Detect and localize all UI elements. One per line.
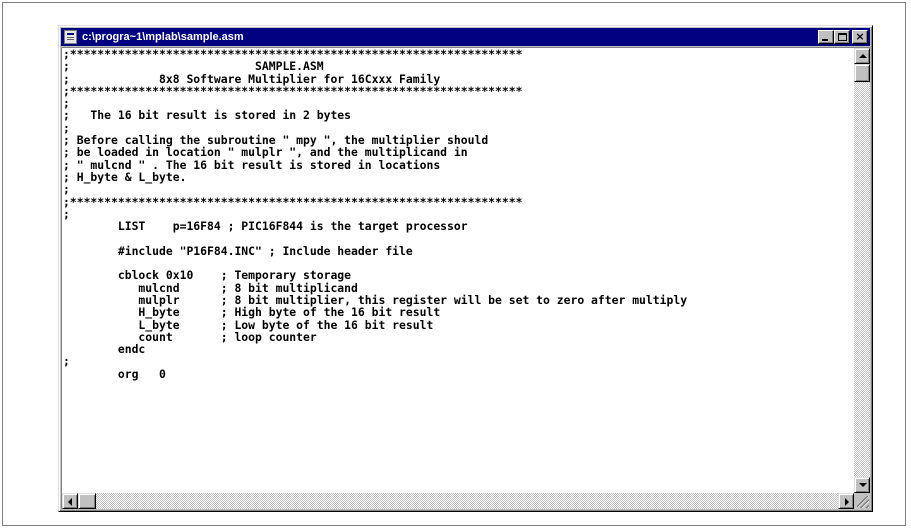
editor-client: ;***************************************… (61, 47, 870, 509)
close-button[interactable]: × (852, 30, 868, 44)
resize-grip-icon[interactable] (854, 493, 870, 509)
code-line: count ; loop counter (63, 329, 317, 344)
close-icon: × (855, 30, 865, 43)
code-text-area[interactable]: ;***************************************… (62, 48, 854, 493)
code-line: ; SAMPLE.ASM (63, 59, 324, 74)
maximize-icon (838, 33, 847, 41)
arrow-left-icon (68, 498, 72, 506)
code-line: H_byte ; High byte of the 16 bit result (63, 305, 441, 320)
maximize-button[interactable] (834, 30, 850, 44)
code-line: LIST p=16F84 ; PIC16F844 is the target p… (63, 219, 468, 234)
scroll-down-button[interactable] (854, 477, 870, 493)
title-bar[interactable]: c:\progra~1\mplab\sample.asm × (61, 28, 870, 46)
scroll-up-button[interactable] (854, 48, 870, 64)
vertical-scrollbar[interactable] (854, 48, 870, 493)
minimize-button[interactable] (818, 30, 834, 44)
window-title: c:\progra~1\mplab\sample.asm (82, 31, 244, 43)
arrow-up-icon (859, 54, 867, 58)
minimize-icon (822, 39, 828, 41)
code-line: L_byte ; Low byte of the 16 bit result (63, 317, 434, 332)
code-line: ; (63, 354, 70, 369)
editor-window: c:\progra~1\mplab\sample.asm × ;********… (58, 25, 873, 512)
horizontal-scrollbar[interactable] (62, 493, 854, 509)
scroll-left-button[interactable] (62, 493, 78, 509)
document-icon[interactable] (64, 30, 77, 44)
code-line: cblock 0x10 ; Temporary storage (63, 268, 352, 283)
code-line: ; be loaded in location " mulplr ", and … (63, 145, 468, 160)
code-line: ; H_byte & L_byte. (63, 169, 187, 184)
title-buttons: × (818, 30, 868, 44)
code-line: ;***************************************… (63, 194, 523, 209)
arrow-right-icon (845, 498, 849, 506)
code-line: ;***************************************… (63, 83, 523, 98)
code-line: org 0 (63, 366, 166, 381)
code-line: endc (63, 342, 146, 357)
horizontal-scroll-thumb[interactable] (78, 493, 96, 509)
code-line: ; The 16 bit result is stored in 2 bytes (63, 108, 352, 123)
code-line: ; (63, 182, 70, 197)
scroll-right-button[interactable] (838, 493, 854, 509)
code-line: #include "P16F84.INC" ; Include header f… (63, 243, 413, 258)
arrow-down-icon (859, 483, 867, 487)
vertical-scroll-thumb[interactable] (854, 64, 870, 82)
